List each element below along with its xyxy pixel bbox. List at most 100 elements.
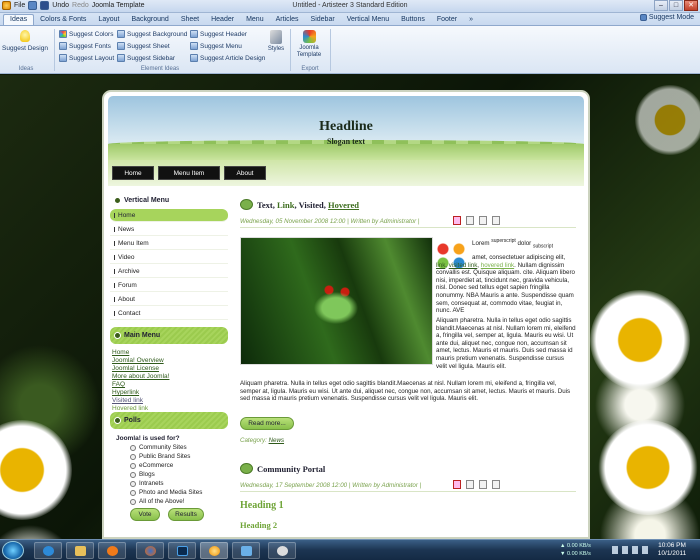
main-menu-link[interactable]: Joomla! License xyxy=(112,365,159,373)
taskbar: ▲ 0.00 KB/s ▼ 0.00 KB/s 10:06 PM 10/1/20… xyxy=(0,539,700,560)
title-link[interactable]: Link xyxy=(277,200,295,210)
taskbar-item-artisteer[interactable] xyxy=(200,542,228,559)
suggest-mode-button[interactable]: Suggest Mode xyxy=(639,14,694,21)
tab-articles[interactable]: Articles xyxy=(270,15,305,25)
taskbar-item[interactable] xyxy=(268,542,296,559)
tray-icons[interactable] xyxy=(612,546,648,554)
taskbar-item[interactable] xyxy=(34,542,62,559)
email-icon[interactable] xyxy=(479,480,487,489)
vertical-menu-heading: Vertical Menu xyxy=(110,193,228,207)
tab-layout[interactable]: Layout xyxy=(92,15,125,25)
taskbar-item[interactable] xyxy=(136,542,164,559)
edit-icon[interactable] xyxy=(492,480,500,489)
menu-icon xyxy=(190,42,198,50)
suggest-fonts-button[interactable]: Suggest Fonts xyxy=(59,42,111,50)
tab-menu[interactable]: Menu xyxy=(240,15,270,25)
main-menu-link[interactable]: Visited link xyxy=(112,397,143,405)
read-more-button[interactable]: Read more... xyxy=(240,417,294,430)
title-bar: File Undo Redo Joomla Template Untitled … xyxy=(0,0,700,13)
tab-footer[interactable]: Footer xyxy=(431,15,463,25)
frog-image xyxy=(240,237,433,365)
styles-label: Styles xyxy=(267,46,285,52)
suggest-layout-button[interactable]: Suggest Layout xyxy=(59,54,114,62)
inline-visited-link[interactable]: visited link xyxy=(449,262,478,269)
vmenu-item-video[interactable]: Video xyxy=(110,251,228,264)
tab-colors-fonts[interactable]: Colors & Fonts xyxy=(34,15,92,25)
print-icon[interactable] xyxy=(466,216,474,225)
print-icon[interactable] xyxy=(466,480,474,489)
title-hovered-link[interactable]: Hovered xyxy=(328,200,359,210)
vmenu-item-contact[interactable]: Contact xyxy=(110,307,228,320)
suggest-sheet-button[interactable]: Suggest Sheet xyxy=(117,42,170,50)
clock[interactable]: 10:06 PM 10/1/2011 xyxy=(652,542,692,558)
taskbar-item[interactable] xyxy=(168,542,196,559)
vmenu-item-about[interactable]: About xyxy=(110,293,228,306)
inline-hovered-link[interactable]: hovered link xyxy=(481,262,514,269)
daisy-image xyxy=(590,290,690,390)
media-player-icon xyxy=(107,546,118,556)
main-menu-link[interactable]: Home xyxy=(112,349,129,357)
close-icon[interactable]: ✕ xyxy=(684,0,698,11)
vmenu-item-menu-item[interactable]: Menu Item xyxy=(110,237,228,250)
suggest-article-design-button[interactable]: Suggest Article Design xyxy=(190,54,265,62)
nav-menu-item[interactable]: Menu Item xyxy=(158,166,220,180)
radio-icon[interactable] xyxy=(130,444,136,451)
vmenu-item-news[interactable]: News xyxy=(110,223,228,236)
suggest-fonts-label: Suggest Fonts xyxy=(69,42,111,50)
vmenu-item-home[interactable]: Home xyxy=(110,209,228,222)
article-paragraph: Aliquam pharetra. Nulla in tellus eget o… xyxy=(436,317,576,370)
poll-option[interactable]: Intranets xyxy=(130,480,164,487)
tab-ideas[interactable]: Ideas xyxy=(3,14,35,25)
vmenu-item-forum[interactable]: Forum xyxy=(110,279,228,292)
taskbar-item[interactable] xyxy=(66,542,94,559)
maximize-icon[interactable]: □ xyxy=(669,0,683,11)
start-button[interactable] xyxy=(2,541,24,560)
radio-icon[interactable] xyxy=(130,453,136,460)
main-menu-link[interactable]: Joomla! Overview xyxy=(112,357,164,365)
suggest-colors-button[interactable]: Suggest Colors xyxy=(59,30,113,38)
suggest-design-button[interactable]: Suggest Design xyxy=(2,30,48,52)
tab-sidebar[interactable]: Sidebar xyxy=(305,15,341,25)
poll-option[interactable]: Public Brand Sites xyxy=(130,453,190,460)
tab-sheet[interactable]: Sheet xyxy=(175,15,205,25)
suggest-design-label: Suggest Design xyxy=(2,45,48,52)
pdf-icon[interactable] xyxy=(453,480,461,489)
radio-icon[interactable] xyxy=(130,498,136,505)
styles-button[interactable]: Styles xyxy=(266,30,286,52)
category-link[interactable]: News xyxy=(269,437,284,444)
joomla-template-button[interactable]: Joomla Template xyxy=(293,30,325,59)
poll-option[interactable]: All of the Above! xyxy=(130,498,185,505)
edit-icon[interactable] xyxy=(492,216,500,225)
poll-option[interactable]: eCommerce xyxy=(130,462,173,469)
tab-more[interactable]: » xyxy=(463,15,479,25)
suggest-menu-button[interactable]: Suggest Menu xyxy=(190,42,242,50)
tab-buttons[interactable]: Buttons xyxy=(395,15,431,25)
results-button[interactable]: Results xyxy=(168,508,204,521)
suggest-background-button[interactable]: Suggest Background xyxy=(117,30,187,38)
main-menu-link[interactable]: More about Joomla! xyxy=(112,373,169,381)
inline-link[interactable]: link xyxy=(436,262,445,269)
main-menu-link[interactable]: Hyperlink xyxy=(112,389,139,397)
pdf-icon[interactable] xyxy=(453,216,461,225)
poll-option[interactable]: Community Sites xyxy=(130,444,187,451)
tab-background[interactable]: Background xyxy=(125,15,174,25)
suggest-sidebar-button[interactable]: Suggest Sidebar xyxy=(117,54,175,62)
radio-icon[interactable] xyxy=(130,471,136,478)
suggest-header-button[interactable]: Suggest Header xyxy=(190,30,247,38)
minimize-icon[interactable]: – xyxy=(654,0,668,11)
tab-header[interactable]: Header xyxy=(205,15,240,25)
email-icon[interactable] xyxy=(479,216,487,225)
radio-icon[interactable] xyxy=(130,462,136,469)
nav-about[interactable]: About xyxy=(224,166,266,180)
vote-button[interactable]: Vote xyxy=(130,508,160,521)
taskbar-item[interactable] xyxy=(98,542,126,559)
radio-icon[interactable] xyxy=(130,480,136,487)
tab-vertical-menu[interactable]: Vertical Menu xyxy=(341,15,395,25)
taskbar-item[interactable] xyxy=(232,542,260,559)
poll-option[interactable]: Photo and Media Sites xyxy=(130,489,202,496)
main-menu-link[interactable]: FAQ xyxy=(112,381,125,389)
poll-option[interactable]: Blogs xyxy=(130,471,155,478)
radio-icon[interactable] xyxy=(130,489,136,496)
vmenu-item-archive[interactable]: Archive xyxy=(110,265,228,278)
nav-home[interactable]: Home xyxy=(112,166,154,180)
